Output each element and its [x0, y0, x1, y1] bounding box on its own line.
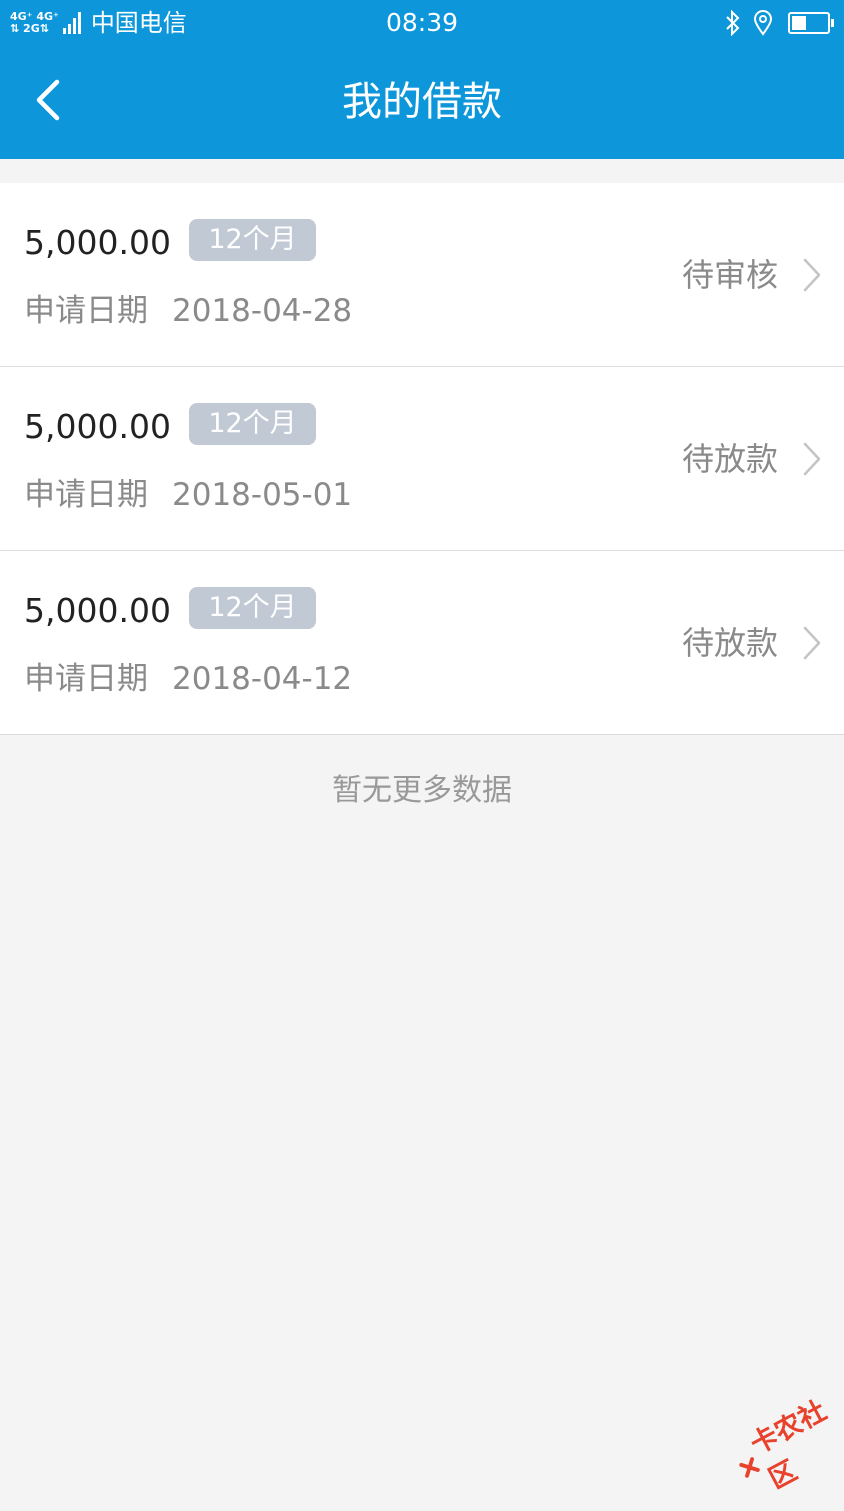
battery-icon [788, 12, 834, 34]
loan-term-badge: 12个月 [189, 219, 316, 261]
apply-date: 申请日期 2018-05-01 [24, 473, 352, 517]
apply-date-label: 申请日期 [24, 293, 148, 329]
apply-date-value: 2018-04-12 [172, 661, 353, 697]
loan-item[interactable]: 5,000.00 12个月 申请日期 2018-05-01 待放款 [0, 367, 844, 551]
apply-date-label: 申请日期 [24, 661, 148, 697]
loan-term-badge: 12个月 [189, 587, 316, 629]
watermark-text: 卡农社区 [745, 1395, 832, 1496]
loan-status: 待放款 [681, 440, 778, 478]
chevron-left-icon [36, 79, 60, 121]
loan-term-badge: 12个月 [189, 403, 316, 445]
loan-item[interactable]: 5,000.00 12个月 申请日期 2018-04-12 待放款 [0, 551, 844, 735]
top-bar: 4G⁺ 4G⁺ ⇅ 2G⇅ 中国电信 08:39 我的借款 [0, 0, 844, 159]
loan-amount: 5,000.00 [24, 407, 171, 446]
chevron-right-icon [803, 258, 821, 292]
loan-status: 待放款 [681, 624, 778, 662]
status-bar: 4G⁺ 4G⁺ ⇅ 2G⇅ 中国电信 08:39 [0, 0, 844, 46]
status-right [724, 8, 834, 38]
loan-amount: 5,000.00 [24, 591, 171, 630]
no-more-data-text: 暂无更多数据 [332, 773, 512, 808]
loan-status: 待审核 [681, 256, 778, 294]
page-title: 我的借款 [342, 79, 502, 125]
back-button[interactable] [26, 74, 72, 126]
apply-date: 申请日期 2018-04-12 [24, 657, 352, 701]
battery-level [792, 16, 806, 30]
apply-date-value: 2018-05-01 [172, 477, 353, 513]
location-icon [753, 10, 773, 36]
nav-bar: 我的借款 [0, 46, 844, 159]
apply-date-value: 2018-04-28 [172, 293, 353, 329]
chevron-right-icon [803, 442, 821, 476]
apply-date-label: 申请日期 [24, 477, 148, 513]
watermark-logo: 卡农社区 [721, 1383, 844, 1511]
chevron-right-icon [803, 626, 821, 660]
loan-list: 5,000.00 12个月 申请日期 2018-04-28 待审核 5,000.0… [0, 183, 844, 735]
apply-date: 申请日期 2018-04-28 [24, 289, 352, 333]
loan-item[interactable]: 5,000.00 12个月 申请日期 2018-04-28 待审核 [0, 183, 844, 367]
loan-amount: 5,000.00 [24, 223, 171, 262]
status-time: 08:39 [385, 8, 459, 37]
bluetooth-icon [726, 10, 740, 36]
